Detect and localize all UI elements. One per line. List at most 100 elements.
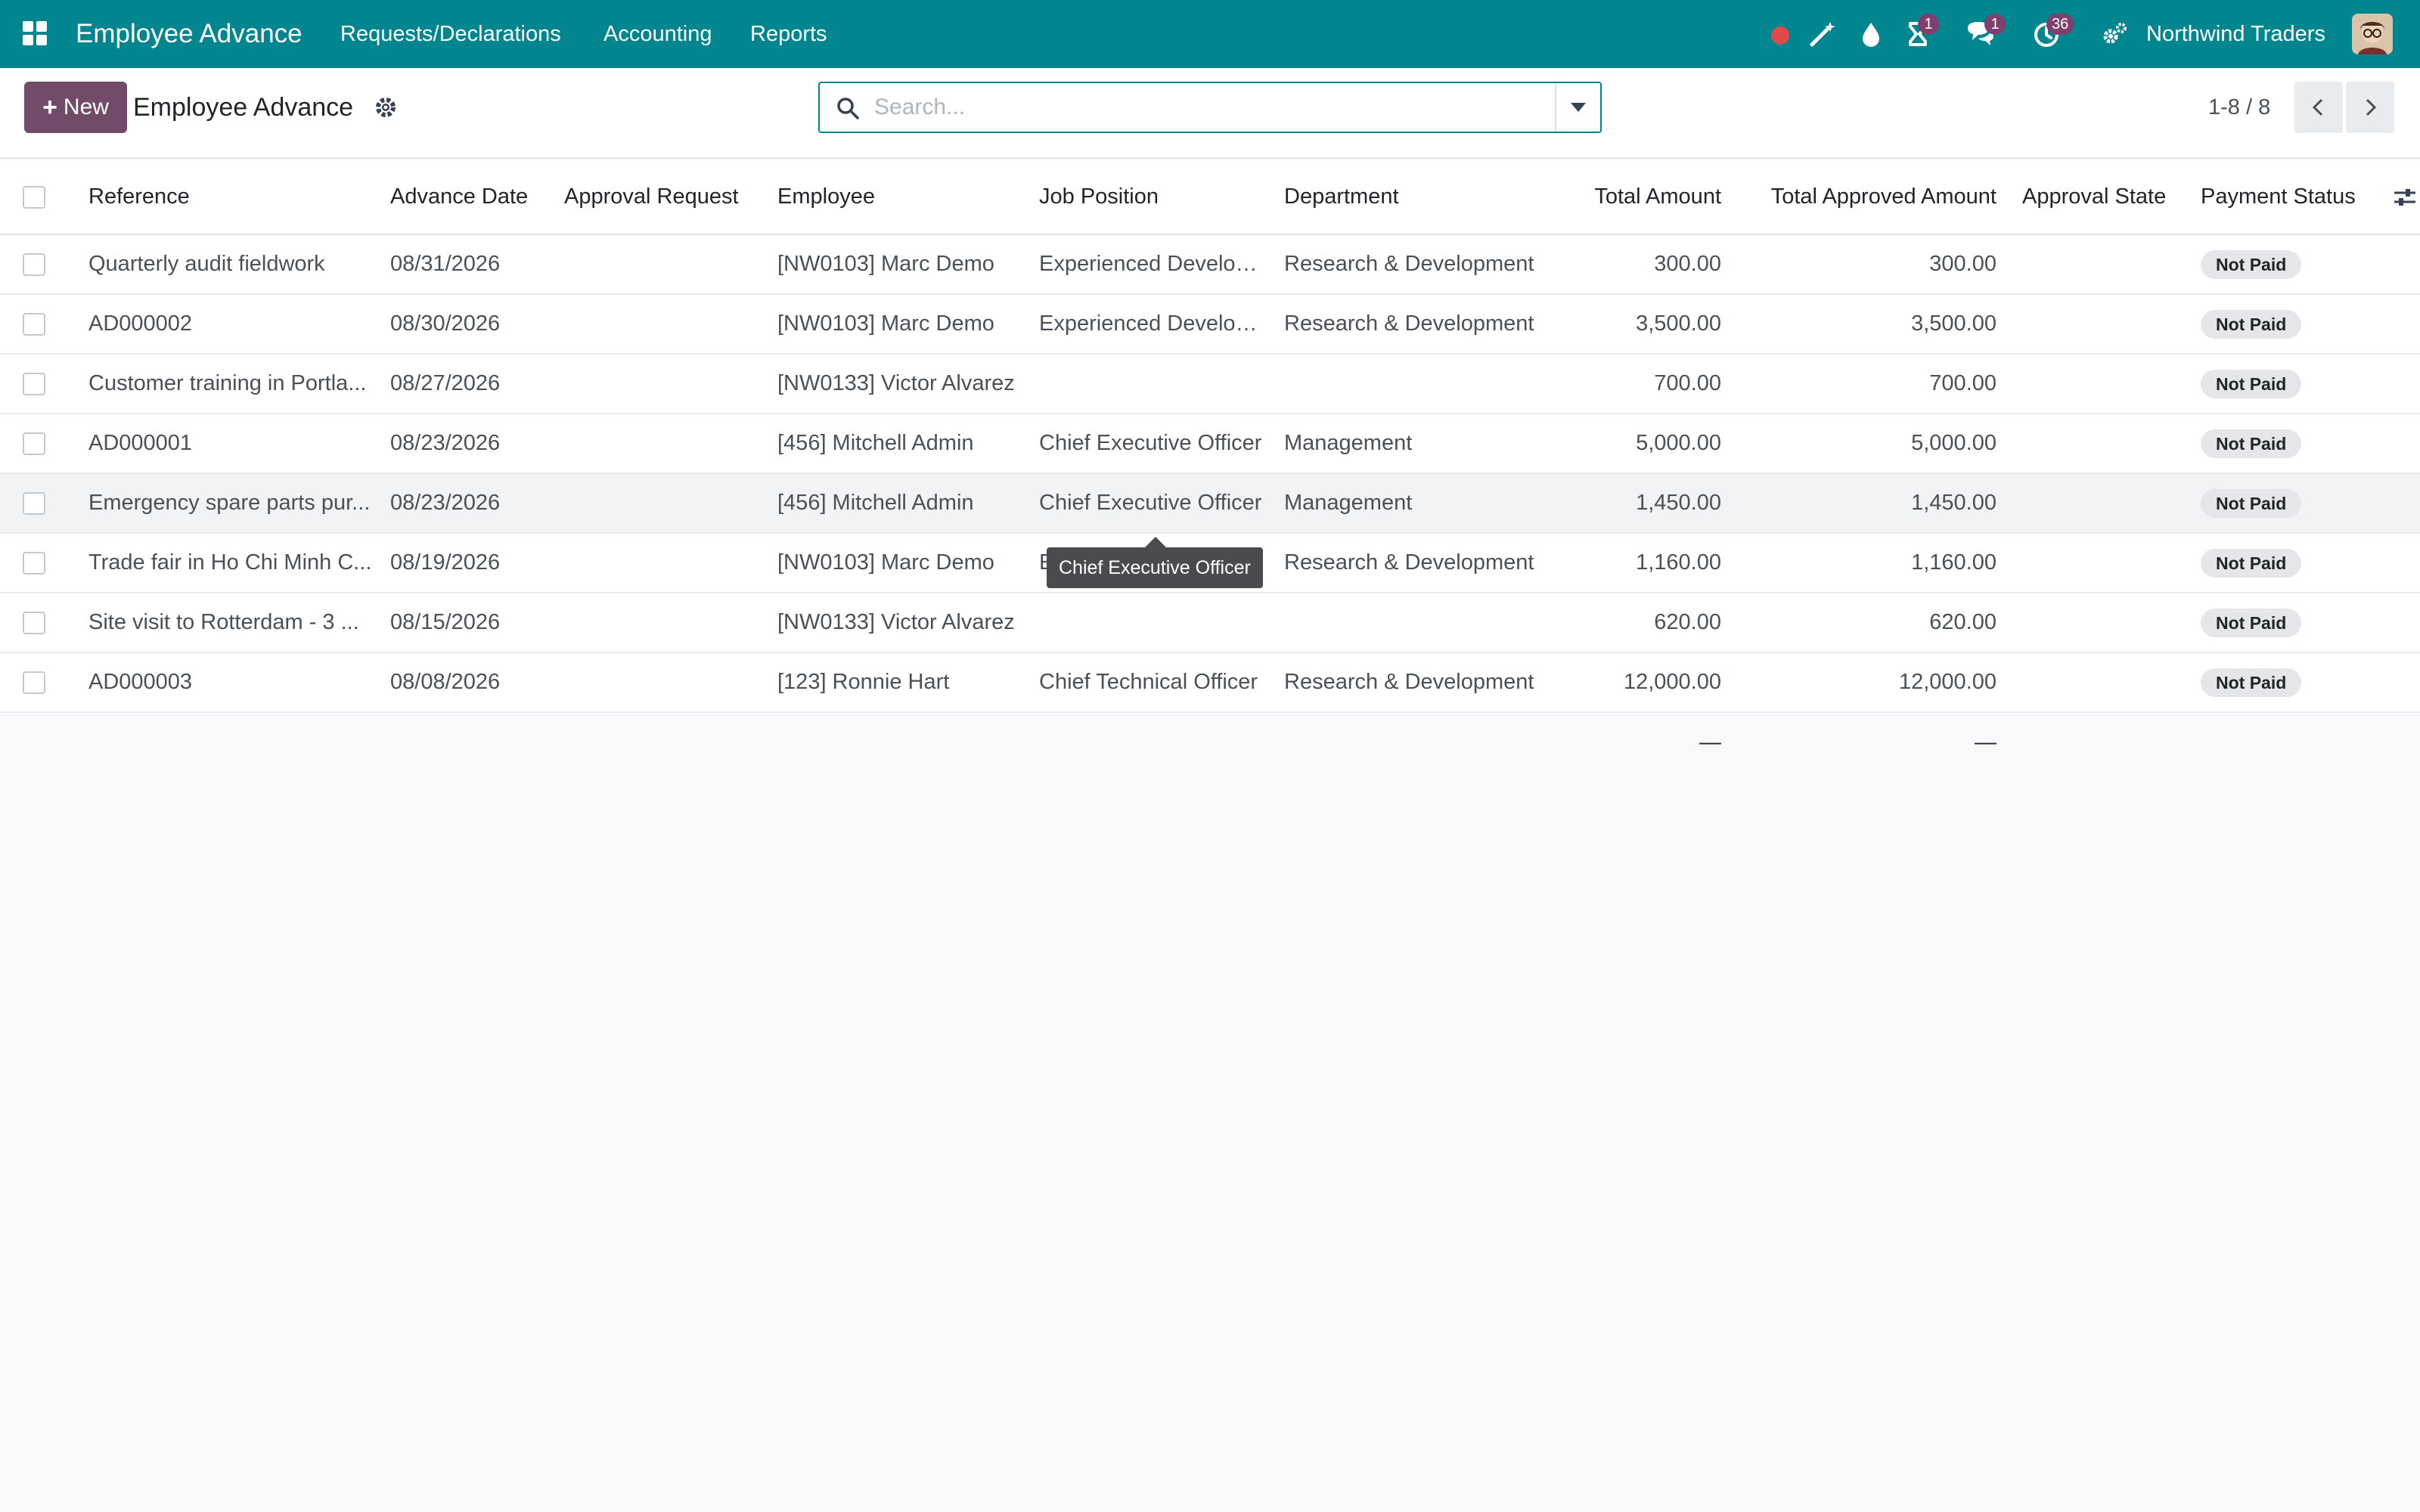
cell-employee[interactable]: [NW0103] Marc Demo (765, 294, 1027, 354)
cell-total-amount[interactable]: 3,500.00 (1553, 294, 1735, 354)
table-row[interactable]: AD000002 08/30/2026 [NW0103] Marc Demo Expe… (0, 294, 2420, 354)
table-row[interactable]: Quarterly audit fieldwork 08/31/2026 [NW01… (0, 234, 2420, 294)
cell-reference[interactable]: Customer training in Portla... (76, 354, 378, 414)
cell-approval-state[interactable] (2010, 593, 2193, 652)
cell-total-approved-amount[interactable]: 300.00 (1735, 234, 2010, 294)
cell-employee[interactable]: [456] Mitchell Admin (765, 473, 1027, 533)
cell-approval-request[interactable] (552, 414, 765, 473)
column-header-approval-state[interactable]: Approval State (2010, 160, 2193, 234)
cell-employee[interactable]: [NW0133] Victor Alvarez (765, 354, 1027, 414)
menu-accounting[interactable]: Accounting (603, 0, 712, 68)
column-header-department[interactable]: Department (1272, 160, 1553, 234)
cell-approval-state[interactable] (2010, 354, 2193, 414)
column-header-reference[interactable]: Reference (76, 160, 378, 234)
cell-reference[interactable]: Emergency spare parts pur... (76, 473, 378, 533)
row-checkbox[interactable] (23, 373, 45, 396)
magic-wand-icon[interactable] (1807, 19, 1838, 49)
cell-total-amount[interactable]: 12,000.00 (1553, 652, 1735, 712)
cell-total-approved-amount[interactable]: 620.00 (1735, 593, 2010, 652)
cell-approval-state[interactable] (2010, 533, 2193, 593)
column-header-approval-request[interactable]: Approval Request (552, 160, 765, 234)
cell-reference[interactable]: AD000003 (76, 652, 378, 712)
cell-reference[interactable]: Trade fair in Ho Chi Minh C... (76, 533, 378, 593)
cell-approval-state[interactable] (2010, 234, 2193, 294)
cell-total-amount[interactable]: 1,450.00 (1553, 473, 1735, 533)
cell-department[interactable]: Management (1272, 414, 1553, 473)
table-row[interactable]: Customer training in Portla... 08/27/2026… (0, 354, 2420, 414)
cell-job-position[interactable]: Chief Executive Officer (1027, 414, 1272, 473)
column-header-payment-status[interactable]: Payment Status (2193, 160, 2390, 234)
cell-advance-date[interactable]: 08/23/2026 (378, 473, 552, 533)
cell-approval-state[interactable] (2010, 473, 2193, 533)
cell-approval-request[interactable] (552, 533, 765, 593)
cell-job-position[interactable]: Chief Executive Officer (1027, 473, 1272, 533)
cell-department[interactable] (1272, 593, 1553, 652)
optional-columns-sliders-icon[interactable] (2391, 184, 2418, 211)
app-grid-icon[interactable] (21, 20, 48, 47)
pager-previous-button[interactable] (2294, 82, 2343, 133)
cell-department[interactable]: Research & Development (1272, 652, 1553, 712)
cell-advance-date[interactable]: 08/23/2026 (378, 414, 552, 473)
column-header-total-amount[interactable]: Total Amount (1553, 160, 1735, 234)
cell-approval-state[interactable] (2010, 294, 2193, 354)
menu-requests-declarations[interactable]: Requests/Declarations (340, 0, 561, 68)
cell-total-approved-amount[interactable]: 12,000.00 (1735, 652, 2010, 712)
cell-approval-request[interactable] (552, 652, 765, 712)
cell-advance-date[interactable]: 08/27/2026 (378, 354, 552, 414)
search-options-toggle[interactable] (1555, 83, 1600, 132)
column-header-job-position[interactable]: Job Position (1027, 160, 1272, 234)
new-button[interactable]: + New (24, 82, 127, 133)
column-header-total-approved-amount[interactable]: Total Approved Amount (1735, 160, 2010, 234)
cell-department[interactable]: Research & Development (1272, 234, 1553, 294)
cell-job-position[interactable]: Experienced Developer (1027, 234, 1272, 294)
app-title[interactable]: Employee Advance (76, 0, 302, 68)
cell-total-approved-amount[interactable]: 3,500.00 (1735, 294, 2010, 354)
cell-department[interactable]: Management (1272, 473, 1553, 533)
select-all-checkbox[interactable] (23, 186, 45, 209)
row-checkbox[interactable] (23, 313, 45, 336)
cell-reference[interactable]: AD000001 (76, 414, 378, 473)
pager-value[interactable]: 1-8 / 8 (2208, 82, 2270, 133)
cell-employee[interactable]: [456] Mitchell Admin (765, 414, 1027, 473)
user-avatar-icon[interactable] (2352, 14, 2393, 54)
row-checkbox[interactable] (23, 671, 45, 695)
row-checkbox[interactable] (23, 492, 45, 516)
cell-advance-date[interactable]: 08/15/2026 (378, 593, 552, 652)
cell-total-amount[interactable]: 5,000.00 (1553, 414, 1735, 473)
cell-job-position[interactable]: Experienced Developer (1027, 294, 1272, 354)
cell-reference[interactable]: Site visit to Rotterdam - 3 ... (76, 593, 378, 652)
cell-approval-request[interactable] (552, 294, 765, 354)
table-row[interactable]: AD000001 08/23/2026 [456] Mitchell Admin Ch… (0, 414, 2420, 473)
table-row[interactable]: AD000003 08/08/2026 [123] Ronnie Hart Chief… (0, 652, 2420, 712)
cell-approval-request[interactable] (552, 473, 765, 533)
cell-total-approved-amount[interactable]: 1,160.00 (1735, 533, 2010, 593)
menu-reports[interactable]: Reports (750, 0, 827, 68)
cell-approval-request[interactable] (552, 593, 765, 652)
column-header-advance-date[interactable]: Advance Date (378, 160, 552, 234)
cell-job-position[interactable] (1027, 593, 1272, 652)
cell-total-approved-amount[interactable]: 5,000.00 (1735, 414, 2010, 473)
cell-approval-state[interactable] (2010, 414, 2193, 473)
table-row[interactable]: Site visit to Rotterdam - 3 ... 08/15/202… (0, 593, 2420, 652)
pager-next-button[interactable] (2346, 82, 2394, 133)
cell-advance-date[interactable]: 08/30/2026 (378, 294, 552, 354)
company-switcher[interactable]: Northwind Traders (2146, 0, 2325, 68)
cell-advance-date[interactable]: 08/08/2026 (378, 652, 552, 712)
cell-advance-date[interactable]: 08/19/2026 (378, 533, 552, 593)
cell-employee[interactable]: [NW0133] Victor Alvarez (765, 593, 1027, 652)
record-dot-icon[interactable] (1765, 19, 1795, 49)
cell-total-amount[interactable]: 700.00 (1553, 354, 1735, 414)
cell-total-amount[interactable]: 620.00 (1553, 593, 1735, 652)
cell-total-approved-amount[interactable]: 1,450.00 (1735, 473, 2010, 533)
gear-icon[interactable] (374, 95, 398, 119)
row-checkbox[interactable] (23, 432, 45, 456)
table-row[interactable]: Emergency spare parts pur... 08/23/2026 [4… (0, 473, 2420, 533)
cell-department[interactable]: Research & Development (1272, 533, 1553, 593)
cell-approval-request[interactable] (552, 354, 765, 414)
water-drop-icon[interactable] (1856, 19, 1886, 49)
row-checkbox[interactable] (23, 552, 45, 575)
cell-job-position[interactable]: Chief Technical Officer (1027, 652, 1272, 712)
cell-advance-date[interactable]: 08/31/2026 (378, 234, 552, 294)
cell-department[interactable]: Research & Development (1272, 294, 1553, 354)
settings-gears-icon[interactable] (2099, 19, 2130, 49)
